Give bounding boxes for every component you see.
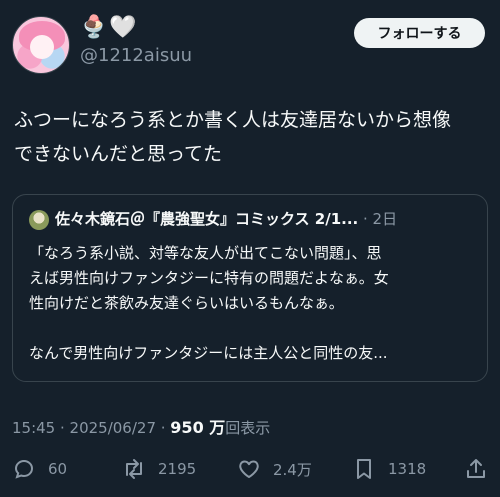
quote-avatar bbox=[29, 210, 49, 230]
follow-button[interactable]: フォローする bbox=[354, 18, 485, 48]
action-bar: 60 2195 2.4万 1318 bbox=[0, 452, 500, 486]
retweet-button[interactable]: 2195 bbox=[122, 452, 196, 486]
like-button[interactable]: 2.4万 bbox=[237, 452, 312, 486]
quote-body: 「なろう系小説、対等な友人が出てこない問題」、思 えば男性向けファンタジーに特有… bbox=[29, 244, 389, 362]
quote-author-name: 佐々木鏡石＠『農強聖女』コミックス 2/1... bbox=[55, 210, 359, 228]
tweet-text: ふつーになろう系とか書く人は友達居ないから想像 できないんだと思ってた bbox=[14, 109, 452, 165]
share-icon bbox=[467, 459, 485, 478]
retweet-count: 2195 bbox=[158, 460, 197, 478]
reply-button[interactable]: 60 bbox=[12, 452, 67, 486]
display-name[interactable]: 🍨🤍 bbox=[80, 15, 139, 41]
tweet-detail: 🍨🤍 @1212aisuu フォローする ふつーになろう系とか書く人は友達居ない… bbox=[0, 0, 500, 497]
quote-header: 佐々木鏡石＠『農強聖女』コミックス 2/1... · 2日 bbox=[55, 208, 475, 230]
reply-count: 60 bbox=[48, 460, 68, 478]
quoted-tweet[interactable]: 佐々木鏡石＠『農強聖女』コミックス 2/1... · 2日 「なろう系小説、対等… bbox=[12, 194, 488, 382]
bookmark-count: 1318 bbox=[388, 460, 427, 478]
reply-icon bbox=[14, 459, 34, 479]
like-count: 2.4万 bbox=[273, 460, 312, 479]
view-count: 950 万 bbox=[170, 418, 226, 437]
quote-time: · 2日 bbox=[363, 210, 398, 228]
retweet-icon bbox=[126, 459, 142, 479]
handle[interactable]: @1212aisuu bbox=[80, 45, 192, 66]
share-button[interactable] bbox=[464, 452, 488, 486]
view-label: 回表示 bbox=[225, 419, 271, 437]
tweet-meta: 15:45 · 2025/06/27 · 950 万回表示 bbox=[12, 414, 270, 438]
heart-icon bbox=[239, 460, 259, 478]
avatar-face bbox=[30, 35, 54, 59]
bookmark-button[interactable]: 1318 bbox=[352, 452, 426, 486]
bookmark-icon bbox=[357, 459, 371, 479]
timestamp[interactable]: 15:45 · 2025/06/27 · bbox=[12, 419, 170, 437]
avatar[interactable] bbox=[12, 16, 70, 74]
